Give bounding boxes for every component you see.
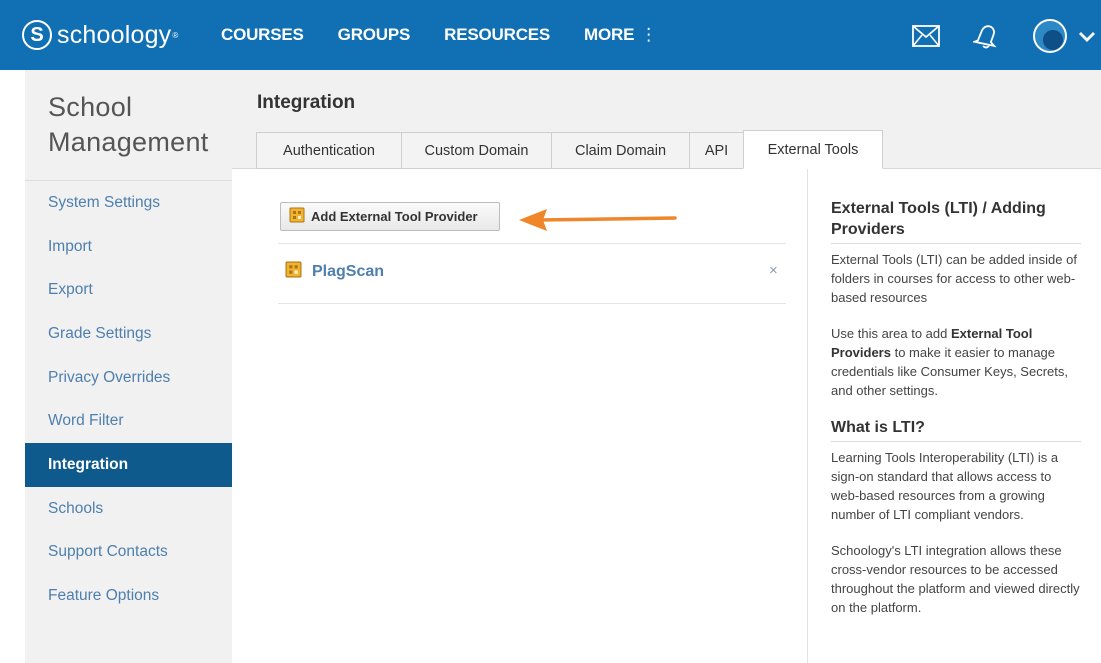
bell-icon[interactable] [971,22,999,55]
help-divider [831,243,1081,244]
avatar-image [1043,30,1063,50]
schoology-logo[interactable]: S schoology ® [22,20,178,50]
schoology-logo-text: schoology [57,20,172,49]
tab-api[interactable]: API [689,132,743,169]
nav-more-label: MORE [584,25,635,44]
section-title-line2: Management [48,127,209,157]
close-icon[interactable]: × [769,262,778,279]
tab-bar: Authentication Custom Domain Claim Domai… [256,130,883,169]
sidebar-item-privacy-overrides[interactable]: Privacy Overrides [25,356,232,400]
list-item[interactable]: PlagScan [285,261,384,283]
external-tool-icon [285,261,302,283]
tab-claim-domain[interactable]: Claim Domain [551,132,689,169]
vertical-dots-icon: ⋮ [640,25,658,44]
help-text: Use this area to add [831,326,951,341]
top-bar: S schoology ® COURSES GROUPS RESOURCES M… [0,0,1101,70]
nav-courses[interactable]: COURSES [221,25,304,45]
sidebar-item-system-settings[interactable]: System Settings [25,181,232,225]
nav-resources[interactable]: RESOURCES [444,25,550,45]
sidebar-nav: System Settings Import Export Grade Sett… [25,181,232,618]
help-paragraph-lti-definition: Learning Tools Interoperability (LTI) is… [831,450,1059,522]
sidebar-item-support-contacts[interactable]: Support Contacts [25,531,232,575]
add-external-tool-provider-button[interactable]: Add External Tool Provider [280,202,500,231]
sidebar-item-grade-settings[interactable]: Grade Settings [25,312,232,356]
chevron-down-icon[interactable] [1078,30,1096,48]
nav-groups[interactable]: GROUPS [338,25,411,45]
add-button-label: Add External Tool Provider [311,209,478,224]
help-paragraph-lti-integration: Schoology's LTI integration allows these… [831,543,1080,615]
sidebar-item-integration[interactable]: Integration [25,443,232,487]
mail-icon[interactable] [912,25,940,52]
avatar[interactable] [1033,19,1067,53]
list-divider-bottom [278,303,786,304]
help-paragraph-intro: External Tools (LTI) can be added inside… [831,252,1077,305]
tab-external-tools[interactable]: External Tools [743,130,883,169]
help-heading-what-is-lti: What is LTI? [831,419,925,436]
help-panel: External Tools (LTI) / Adding Providers … [831,198,1081,634]
sidebar-item-schools[interactable]: Schools [25,487,232,531]
sidebar-item-export[interactable]: Export [25,268,232,312]
sidebar-item-word-filter[interactable]: Word Filter [25,399,232,443]
trademark-mark: ® [172,30,179,40]
schoology-logo-mark: S [22,20,52,50]
sidebar-item-import[interactable]: Import [25,225,232,269]
list-divider-top [278,243,786,244]
panel-divider [807,168,808,663]
tab-custom-domain[interactable]: Custom Domain [401,132,551,169]
nav-more[interactable]: MORE ⋮ [584,25,657,45]
help-heading-adding-providers: External Tools (LTI) / Adding Providers [831,200,1046,238]
page-title: Integration [257,92,356,113]
external-tool-icon [289,207,305,226]
annotation-arrow-icon [517,205,682,240]
main-nav: COURSES GROUPS RESOURCES MORE ⋮ [221,25,691,45]
help-paragraph-usage: Use this area to add External Tool Provi… [831,324,1081,400]
provider-name-link[interactable]: PlagScan [312,263,384,281]
section-title-line1: School [48,92,133,122]
sidebar-item-feature-options[interactable]: Feature Options [25,574,232,618]
section-title: School Management [48,90,209,160]
help-divider [831,441,1081,442]
tab-authentication[interactable]: Authentication [256,132,401,169]
